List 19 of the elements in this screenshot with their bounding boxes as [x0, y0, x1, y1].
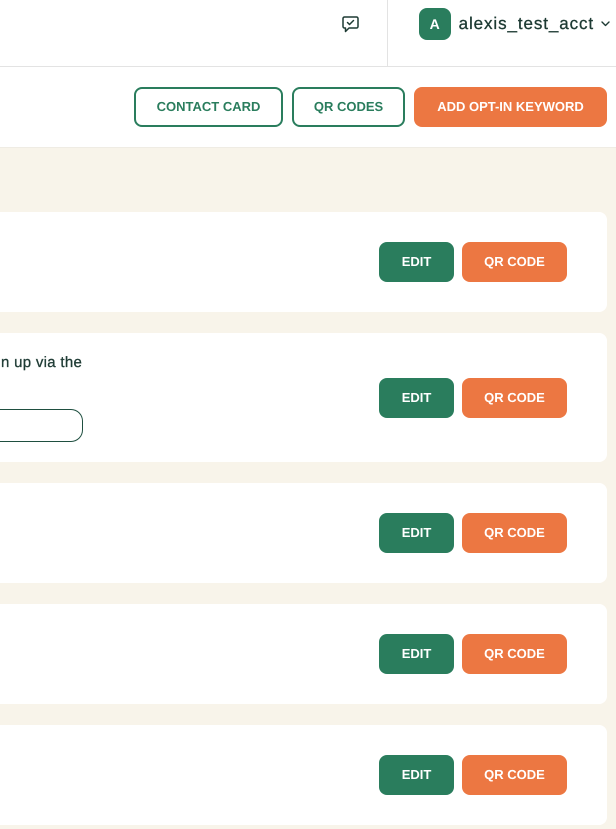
qr-code-button[interactable]: QR CODE	[462, 513, 567, 553]
chevron-down-icon[interactable]	[601, 21, 610, 27]
qr-codes-button[interactable]: QR CODES	[292, 87, 405, 127]
edit-button[interactable]: EDIT	[379, 513, 454, 553]
edit-button[interactable]: EDIT	[379, 755, 454, 795]
edit-button[interactable]: EDIT	[379, 242, 454, 282]
contact-card-button[interactable]: CONTACT CARD	[134, 87, 283, 127]
edit-button[interactable]: EDIT	[379, 378, 454, 418]
qr-code-button[interactable]: QR CODE	[462, 634, 567, 674]
username[interactable]: alexis_test_acct	[458, 14, 594, 34]
qr-code-button[interactable]: QR CODE	[462, 755, 567, 795]
qr-code-button[interactable]: QR CODE	[462, 242, 567, 282]
avatar: A	[418, 8, 451, 40]
qr-code-button[interactable]: QR CODE	[462, 378, 567, 418]
edit-button[interactable]: EDIT	[379, 634, 454, 674]
add-keyword-button[interactable]: ADD OPT-IN KEYWORD	[414, 87, 607, 127]
input-field[interactable]	[0, 409, 83, 442]
chat-check-icon[interactable]	[342, 16, 359, 33]
description-text: n up via the	[0, 353, 82, 373]
